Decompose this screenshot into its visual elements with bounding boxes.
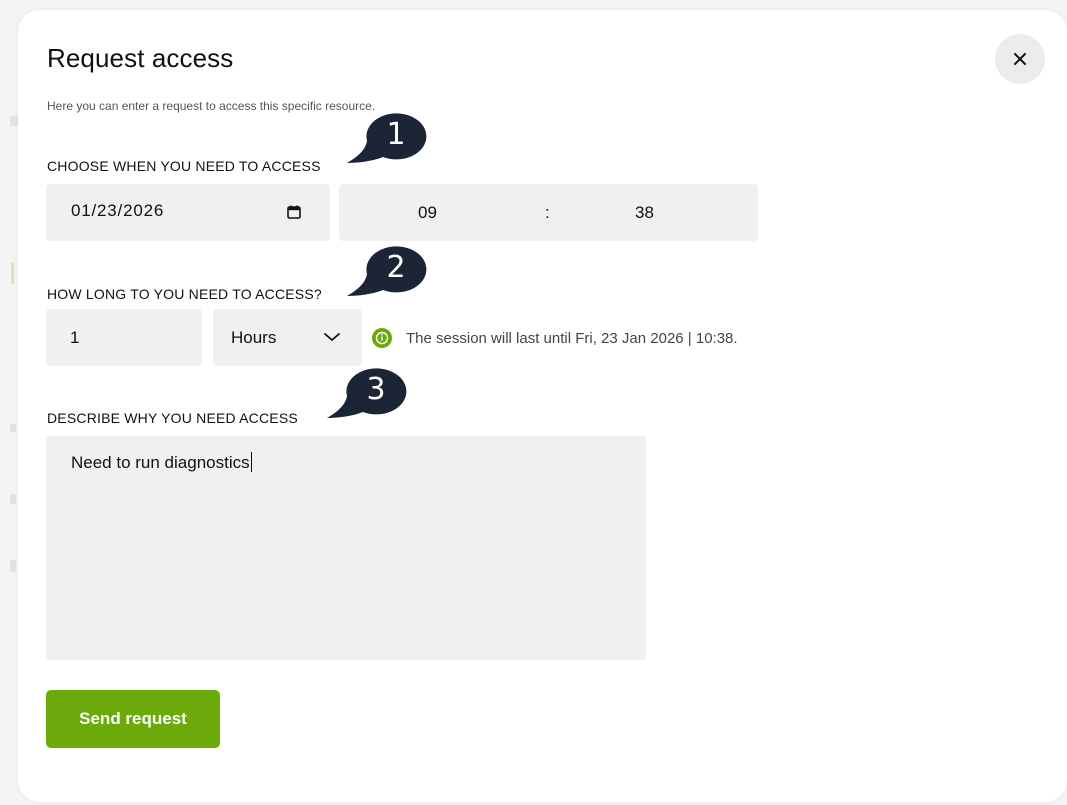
calendar-icon[interactable] (286, 204, 302, 220)
background-fragment (10, 494, 16, 504)
duration-amount-input[interactable]: 1 (46, 309, 202, 366)
background-fragment (10, 560, 16, 572)
step-badge-1: 1 (345, 105, 427, 165)
time-hour-field[interactable]: 09 (418, 203, 442, 223)
background-fragment (10, 424, 16, 432)
close-button[interactable] (995, 34, 1045, 84)
step-badge-3: 3 (325, 360, 407, 420)
duration-amount-value: 1 (70, 328, 80, 347)
text-caret (250, 452, 252, 472)
request-access-dialog: Request access Here you can enter a requ… (18, 10, 1067, 802)
info-icon (372, 328, 392, 348)
reason-text: Need to run diagnostics (71, 452, 252, 473)
access-date-input[interactable]: 01/23/2026 (46, 184, 330, 241)
background-fragment (11, 262, 14, 284)
dialog-title: Request access (47, 43, 234, 73)
step-number: 1 (386, 117, 406, 152)
duration-unit-value: Hours (231, 328, 277, 347)
step-number: 3 (366, 372, 386, 407)
background-fragment (10, 116, 18, 126)
step-badge-2: 2 (345, 238, 427, 298)
session-info-text: The session will last until Fri, 23 Jan … (406, 329, 738, 347)
chevron-down-icon (324, 333, 340, 341)
step-number: 2 (386, 250, 406, 285)
reason-value: Need to run diagnostics (71, 453, 250, 472)
reason-textarea[interactable]: Need to run diagnostics (46, 436, 646, 660)
reason-label: DESCRIBE WHY YOU NEED ACCESS (47, 410, 298, 426)
access-time-label: CHOOSE WHEN YOU NEED TO ACCESS (47, 158, 321, 174)
duration-unit-select[interactable]: Hours (213, 309, 362, 366)
duration-label: HOW LONG TO YOU NEED TO ACCESS? (47, 286, 322, 302)
close-icon (1014, 53, 1026, 65)
send-request-button[interactable]: Send request (46, 690, 220, 748)
access-date-value: 01/23/2026 (71, 201, 165, 220)
time-minute-field[interactable]: 38 (635, 203, 659, 223)
session-info: The session will last until Fri, 23 Jan … (371, 327, 738, 349)
dialog-subtitle: Here you can enter a request to access t… (47, 99, 376, 113)
access-time-input[interactable]: 09 : 38 (339, 184, 758, 241)
time-separator: : (545, 203, 550, 222)
